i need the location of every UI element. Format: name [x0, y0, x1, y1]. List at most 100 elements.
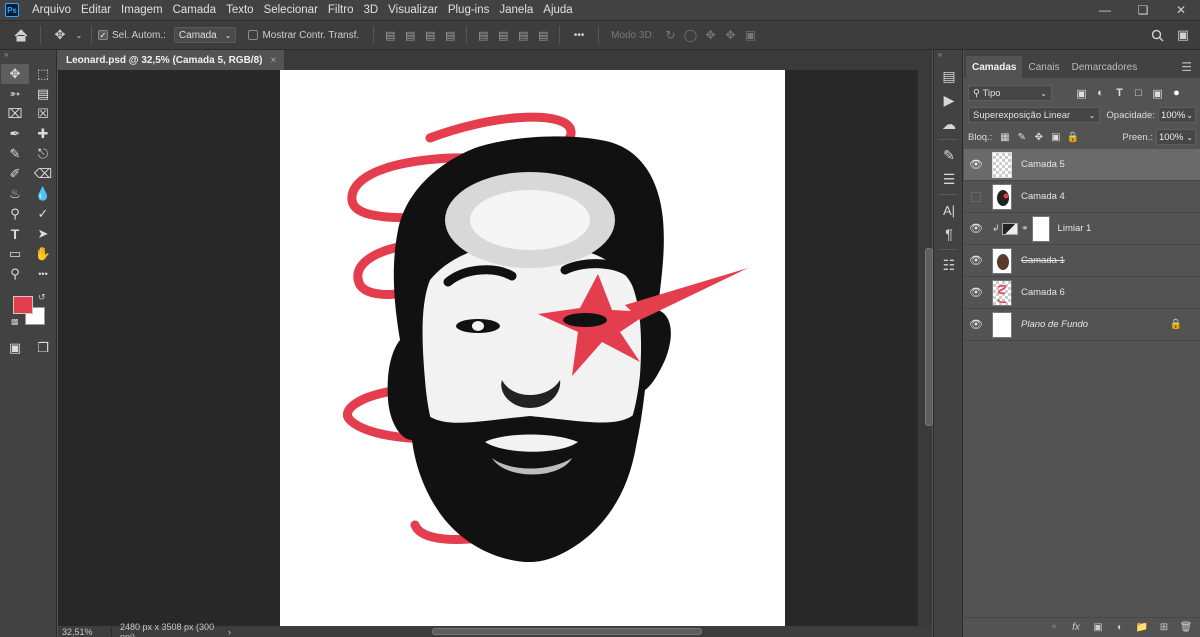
screen-mode-icon[interactable]: ❐	[29, 338, 57, 358]
brush-settings-icon[interactable]: ☰	[934, 167, 964, 191]
horizontal-scroll-thumb[interactable]	[432, 628, 702, 635]
new-layer-icon[interactable]: ⊞	[1156, 620, 1172, 636]
show-transform-checkbox[interactable]: Mostrar Contr. Transf.	[248, 30, 359, 41]
menu-selecionar[interactable]: Selecionar	[259, 0, 323, 20]
more-tools-icon[interactable]: •••	[29, 264, 57, 284]
menu-texto[interactable]: Texto	[221, 0, 259, 20]
layer-name[interactable]: Camada 6	[1021, 287, 1065, 298]
align-vcenter-icon[interactable]: ▤	[493, 25, 513, 45]
comments-panel-icon[interactable]: ☁	[934, 112, 964, 136]
filter-pixel-icon[interactable]: ▣	[1072, 85, 1091, 101]
menu-camada[interactable]: Camada	[168, 0, 221, 20]
layer-name[interactable]: Camada 1	[1021, 255, 1065, 266]
hand-tool-icon[interactable]: ✋	[29, 244, 57, 264]
menu-editar[interactable]: Editar	[76, 0, 116, 20]
workspace-icon[interactable]: ▣	[1170, 22, 1196, 48]
lock-artboard-icon[interactable]: ▣	[1047, 129, 1064, 145]
home-icon[interactable]	[8, 22, 34, 48]
panel-menu-icon[interactable]: ☰	[1173, 56, 1200, 78]
layer-mask-thumbnail[interactable]	[1031, 215, 1050, 242]
distribute-horizontal-icon[interactable]: ▤	[440, 25, 460, 45]
search-icon[interactable]	[1144, 22, 1170, 48]
layer-style-icon[interactable]: fx	[1068, 620, 1084, 636]
eye-icon[interactable]: 👁	[964, 213, 988, 245]
history-brush-icon[interactable]: ✐	[1, 164, 29, 184]
tab-camadas[interactable]: Camadas	[966, 56, 1023, 78]
checkbox-checked-icon[interactable]: ✓	[98, 30, 108, 40]
layer-thumbnail[interactable]	[992, 247, 1012, 274]
align-right-icon[interactable]: ▤	[420, 25, 440, 45]
auto-select-checkbox[interactable]: ✓ Sel. Autom.:	[98, 30, 166, 41]
layer-name[interactable]: Camada 5	[1021, 159, 1065, 170]
eye-icon[interactable]: 👁	[964, 245, 988, 277]
align-hcenter-icon[interactable]: ▤	[400, 25, 420, 45]
restore-icon[interactable]: ❏	[1124, 0, 1162, 20]
menu-imagem[interactable]: Imagem	[116, 0, 168, 20]
minimize-icon[interactable]: —	[1086, 0, 1124, 20]
align-bottom-icon[interactable]: ▤	[513, 25, 533, 45]
layer-thumbnail[interactable]	[992, 279, 1012, 306]
lock-transparent-icon[interactable]: ▦	[996, 129, 1013, 145]
opacity-input[interactable]: 100% ⌄	[1157, 107, 1196, 123]
vertical-scroll-thumb[interactable]	[925, 248, 933, 426]
menu-filtro[interactable]: Filtro	[323, 0, 359, 20]
menu-janela[interactable]: Janela	[494, 0, 538, 20]
eraser-icon[interactable]: ⌫	[29, 164, 57, 184]
checkbox-unchecked-icon[interactable]	[248, 30, 259, 40]
path-selection-icon[interactable]: ➤	[29, 224, 57, 244]
close-icon[interactable]: ✕	[1162, 0, 1200, 20]
blend-mode-dropdown[interactable]: Superexposição Linear ⌄	[968, 107, 1101, 123]
new-adjustment-icon[interactable]: ◐	[1112, 620, 1128, 636]
blur-tool-icon[interactable]: 💧	[29, 184, 57, 204]
menu-3d[interactable]: 3D	[358, 0, 383, 20]
lock-position-icon[interactable]: ✥	[1030, 129, 1047, 145]
move-tool-icon[interactable]: ✥	[1, 64, 29, 84]
object-selection-icon[interactable]: ▤	[29, 84, 57, 104]
layer-row-camada-5[interactable]: 👁 Camada 5	[964, 149, 1200, 181]
frame-tool-icon[interactable]: ☒	[29, 104, 57, 124]
menu-plugins[interactable]: Plug-ins	[443, 0, 495, 20]
lock-image-icon[interactable]: ✎	[1013, 129, 1030, 145]
healing-brush-icon[interactable]: ✚	[29, 124, 57, 144]
layer-name[interactable]: Plano de Fundo	[1021, 319, 1088, 330]
filter-toggle-icon[interactable]: ●	[1167, 85, 1186, 101]
layer-thumbnail[interactable]	[992, 151, 1012, 178]
align-top-icon[interactable]: ▤	[473, 25, 493, 45]
layer-thumbnail[interactable]	[992, 183, 1012, 210]
character-panel-icon[interactable]: A|	[934, 198, 964, 222]
brush-tool-icon[interactable]: ✎	[1, 144, 29, 164]
brushes-panel-icon[interactable]: ✎	[934, 143, 964, 167]
layer-row-plano-de-fundo[interactable]: 👁 Plano de Fundo 🔒	[964, 309, 1200, 341]
type-tool-icon[interactable]: T	[1, 224, 29, 244]
dodge-tool-icon[interactable]: ⚲	[1, 204, 29, 224]
threshold-adjustment-icon[interactable]	[1002, 222, 1018, 235]
clone-stamp-icon[interactable]: ⎋	[29, 144, 57, 164]
canvas-area[interactable]	[58, 70, 918, 626]
menu-visualizar[interactable]: Visualizar	[383, 0, 443, 20]
filter-type-icon[interactable]: T	[1110, 85, 1129, 101]
swap-colors-icon[interactable]: ↺	[38, 292, 46, 303]
crop-tool-icon[interactable]: ⌧	[1, 104, 29, 124]
layer-name[interactable]: Limiar 1	[1058, 223, 1092, 234]
link-icon[interactable]: ⚭	[1021, 223, 1029, 234]
actions-panel-icon[interactable]: ▶	[934, 88, 964, 112]
link-layers-icon[interactable]: ⚭	[1046, 620, 1062, 636]
eye-icon[interactable]: 👁	[964, 277, 988, 309]
distribute-vertical-icon[interactable]: ▤	[533, 25, 553, 45]
filter-shape-icon[interactable]: □	[1129, 85, 1148, 101]
eye-hidden-icon[interactable]	[964, 181, 988, 213]
close-tab-icon[interactable]: ×	[270, 55, 276, 66]
document-tab[interactable]: Leonard.psd @ 32,5% (Camada 5, RGB/8) ×	[58, 50, 285, 70]
filter-kind-dropdown[interactable]: ⚲ Tipo ⌄	[968, 85, 1052, 101]
layer-row-limiar-1[interactable]: 👁 ↲ ⚭ Limiar 1	[964, 213, 1200, 245]
collapse-chevrons-icon[interactable]: «	[934, 50, 962, 64]
menu-arquivo[interactable]: Arquivo	[27, 0, 76, 20]
layer-name[interactable]: Camada 4	[1021, 191, 1065, 202]
lock-all-icon[interactable]: 🔒	[1064, 129, 1081, 145]
new-group-icon[interactable]: 📁	[1134, 620, 1150, 636]
vertical-scrollbar[interactable]	[918, 70, 933, 626]
history-panel-icon[interactable]: ▤	[934, 64, 964, 88]
eyedropper-icon[interactable]: ✒	[1, 124, 29, 144]
align-left-icon[interactable]: ▤	[380, 25, 400, 45]
move-tool-icon[interactable]: ✥	[47, 22, 73, 48]
